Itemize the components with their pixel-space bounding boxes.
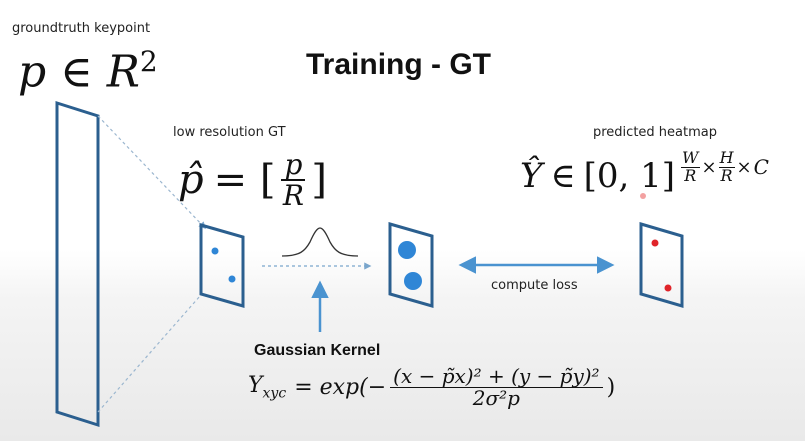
gaussian-kernel-label: Gaussian Kernel <box>254 342 381 359</box>
lowres-keypoint-2 <box>228 275 236 283</box>
gt-heatmap-blob-1 <box>398 241 416 259</box>
kernel-rhs-end: ) <box>606 375 616 400</box>
gt-heatmap-blob-2 <box>404 272 422 290</box>
gt-heatmap-plane <box>388 222 434 308</box>
input-image-plane <box>55 100 100 428</box>
lowres-keypoint-1 <box>211 247 219 255</box>
projection-line-top <box>97 115 206 230</box>
kernel-rhs-start: = exp(− <box>294 375 387 400</box>
predicted-keypoint-1 <box>651 239 659 247</box>
pointer-dot <box>640 193 646 199</box>
kernel-numerator: (x − p̃x)² + (y − p̃y)² <box>390 366 603 388</box>
kernel-lhs-sub: xyc <box>262 385 287 402</box>
predicted-keypoint-2 <box>664 284 672 292</box>
gaussian-curve <box>281 227 359 257</box>
predicted-heatmap-plane <box>639 221 684 309</box>
kernel-lhs-var: Y <box>248 373 263 399</box>
kernel-fraction: (x − p̃x)² + (y − p̃y)² 2σ²p <box>390 366 603 410</box>
projection-line-bottom <box>97 295 201 413</box>
lowres-gt-plane <box>199 223 245 308</box>
kernel-lhs: Yxyc <box>248 373 286 401</box>
kernel-denominator: 2σ²p <box>472 386 520 410</box>
compute-loss-label: compute loss <box>491 278 578 293</box>
gaussian-kernel-formula: Yxyc = exp(− (x − p̃x)² + (y − p̃y)² 2σ²… <box>248 366 615 409</box>
